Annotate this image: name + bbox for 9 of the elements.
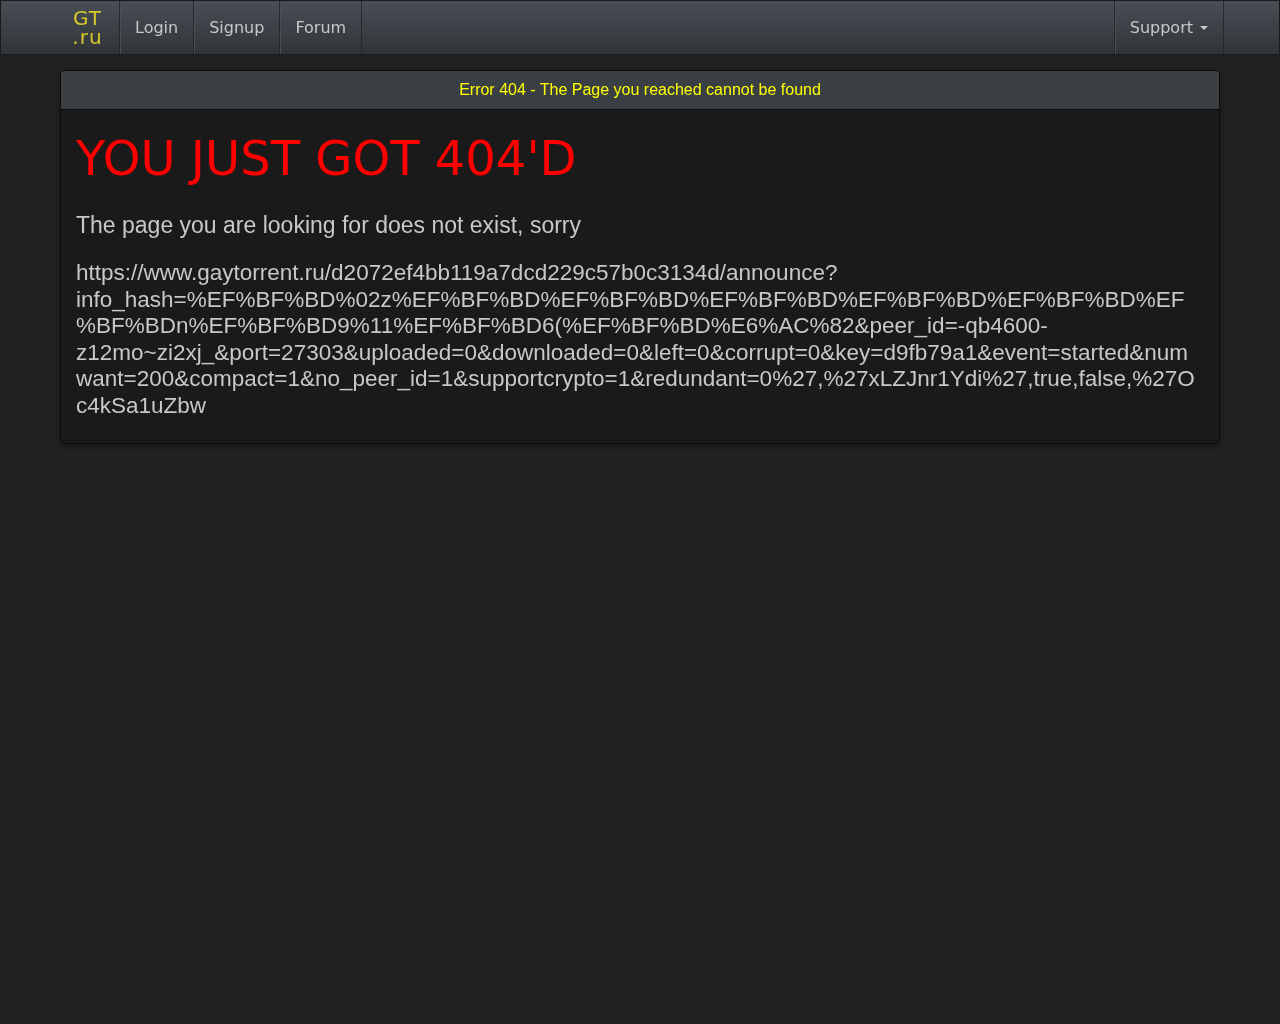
nav-link[interactable]: Login	[119, 1, 194, 54]
error-message: The page you are looking for does not exist, sorry	[76, 211, 582, 240]
requested-url: https://www.gaytorrent.ru/d2072ef4bb119a7dcd229c57b0c3134d/announce?info_hash=%EF%BF%BD%02z%EF%BF%BD%EF%BF%BD%EF%BF%BD%EF%BF%BD%EF%BF%BD%EF%BF%BDn%EF%BF%BD9%11%EF%BF%BD6(%EF%BF%BD%E6%AC%82&peer_id=-qb4600-z12mo~zi2xj_&port=27303&uploaded=0&downloaded=0&left=0&corrupt=0&key=d9fb79a1&event=started&numwant=200&compact=1&no_peer_id=1&supportcrypto=1&redundant=0%27,%27xLZJnr1Ydi%27,true,false,%27Oc4kSa1uZbw	[76, 260, 1196, 419]
nav-link[interactable]: Forum	[279, 1, 363, 54]
nav-dropdown[interactable]: Support	[1113, 1, 1223, 54]
nav-link[interactable]: Signup	[193, 1, 280, 54]
panel-heading: Error 404 - The Page you reached cannot be found	[61, 71, 1219, 110]
error-title: YOU JUST GOT 404'D	[76, 130, 578, 186]
logo[interactable]: GT .ru	[56, 1, 119, 54]
